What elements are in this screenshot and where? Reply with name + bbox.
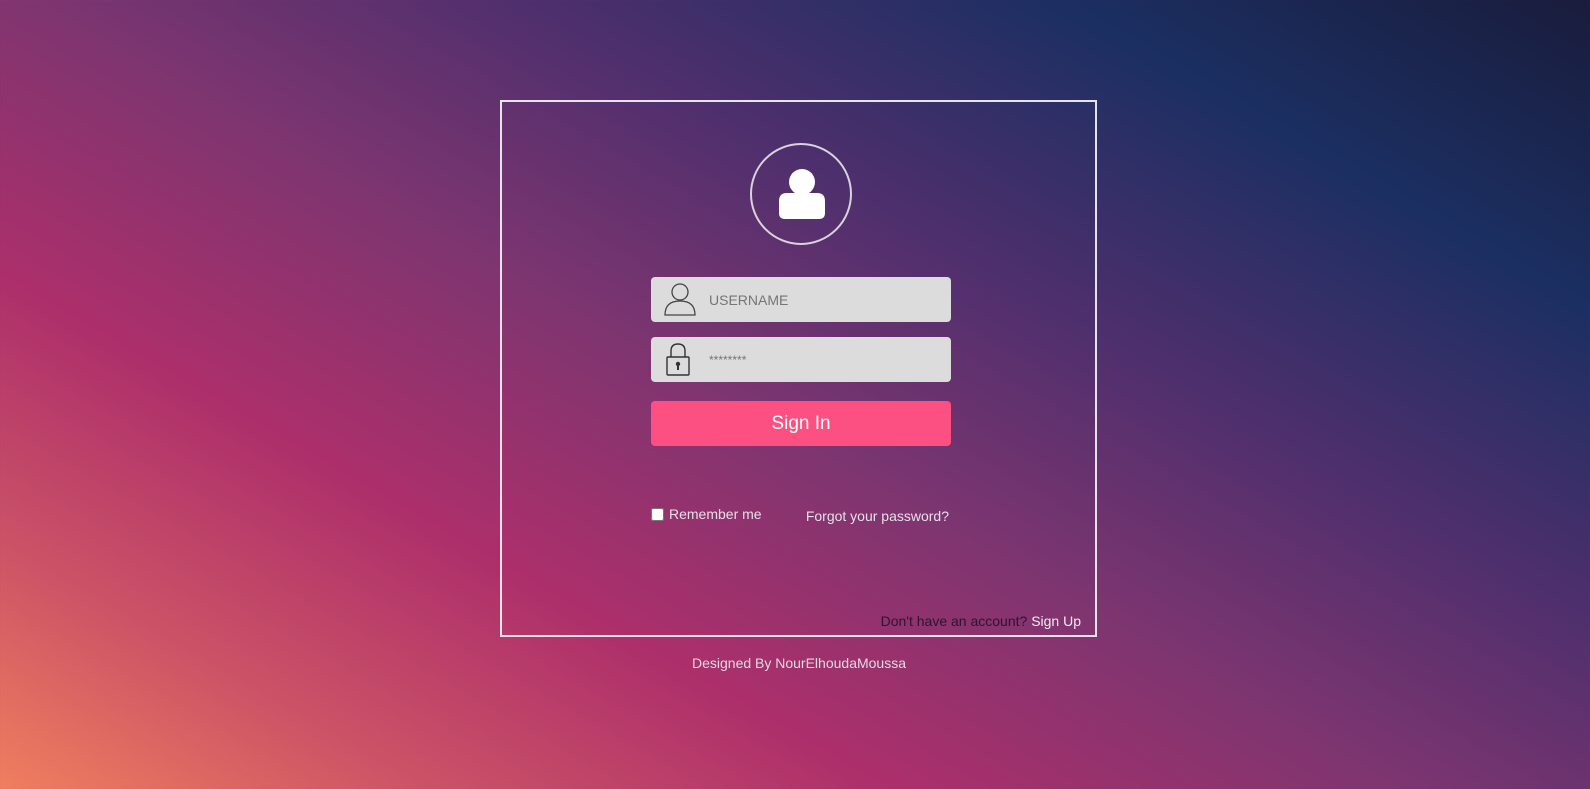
username-input[interactable] bbox=[709, 277, 939, 322]
username-field bbox=[651, 277, 951, 322]
remember-me[interactable]: Remember me bbox=[651, 506, 762, 522]
sign-in-button[interactable]: Sign In bbox=[651, 401, 951, 446]
password-input[interactable] bbox=[709, 337, 939, 382]
footer-credit: Designed By NourElhoudaMoussa bbox=[691, 655, 906, 671]
user-outline-icon bbox=[664, 283, 696, 316]
avatar bbox=[750, 143, 852, 245]
signup-row: Don't have an account? Sign Up bbox=[881, 613, 1081, 629]
remember-me-label: Remember me bbox=[669, 506, 762, 522]
user-icon bbox=[779, 169, 825, 219]
no-account-text: Don't have an account? bbox=[880, 613, 1028, 629]
forgot-password-link[interactable]: Forgot your password? bbox=[806, 508, 949, 524]
remember-me-checkbox[interactable] bbox=[651, 507, 664, 521]
login-card: Sign In Remember me Forgot your password… bbox=[500, 100, 1097, 637]
password-field bbox=[651, 337, 951, 382]
sign-up-link[interactable]: Sign Up bbox=[1031, 613, 1081, 629]
lock-icon bbox=[666, 343, 690, 376]
